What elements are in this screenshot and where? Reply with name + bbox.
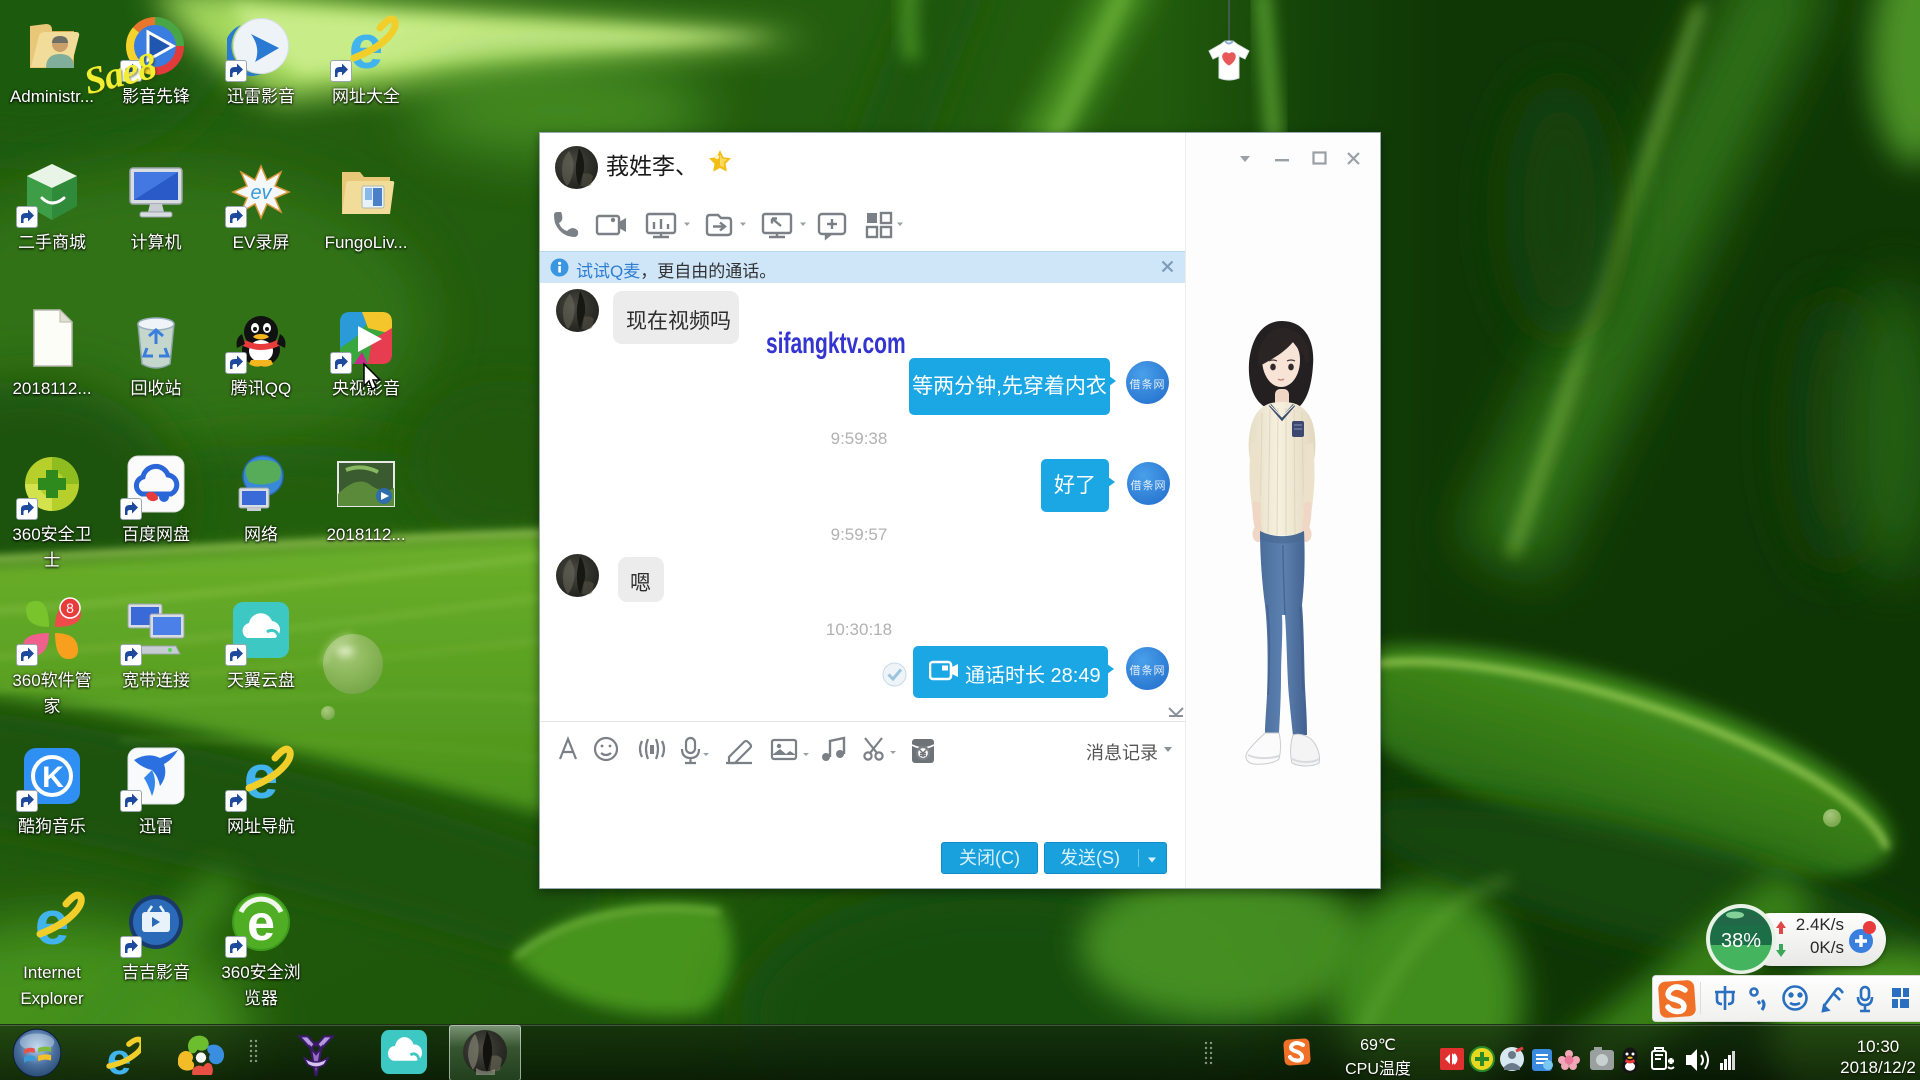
svg-text:8: 8 [66, 600, 74, 616]
svg-text:K: K [42, 761, 64, 794]
svg-text:38%: 38% [1721, 930, 1761, 952]
svg-text:e: e [107, 1035, 131, 1075]
svg-text:ev: ev [250, 182, 272, 204]
